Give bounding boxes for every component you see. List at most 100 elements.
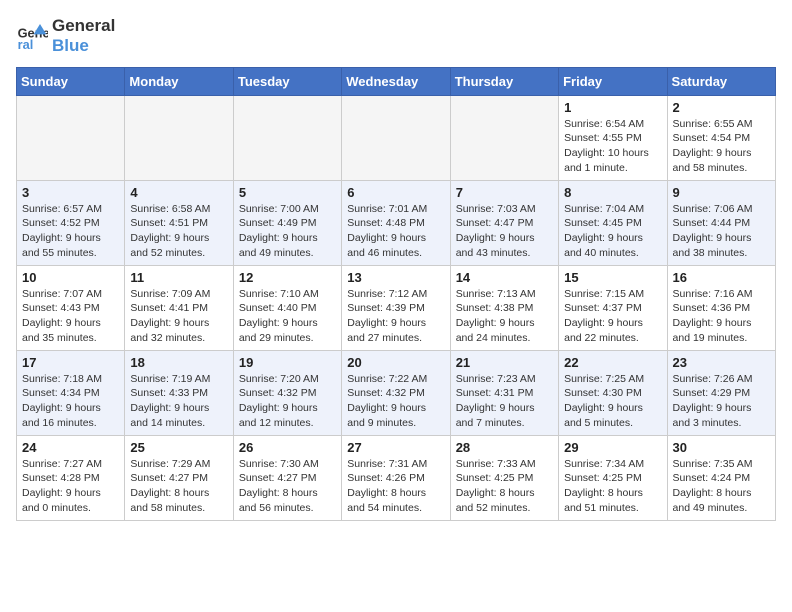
day-info: Sunrise: 7:31 AM Sunset: 4:26 PM Dayligh… (347, 457, 444, 516)
calendar-cell: 16 Sunrise: 7:16 AM Sunset: 4:36 PM Dayli… (667, 265, 775, 350)
day-info: Sunrise: 7:27 AM Sunset: 4:28 PM Dayligh… (22, 457, 119, 516)
day-number: 25 (130, 440, 227, 455)
calendar-cell: 6 Sunrise: 7:01 AM Sunset: 4:48 PM Daylig… (342, 180, 450, 265)
day-info: Sunrise: 7:29 AM Sunset: 4:27 PM Dayligh… (130, 457, 227, 516)
day-number: 29 (564, 440, 661, 455)
day-info: Sunrise: 7:12 AM Sunset: 4:39 PM Dayligh… (347, 287, 444, 346)
calendar-week-row: 1 Sunrise: 6:54 AM Sunset: 4:55 PM Daylig… (17, 95, 776, 180)
calendar-cell (342, 95, 450, 180)
day-info: Sunrise: 7:22 AM Sunset: 4:32 PM Dayligh… (347, 372, 444, 431)
day-number: 20 (347, 355, 444, 370)
day-info: Sunrise: 7:10 AM Sunset: 4:40 PM Dayligh… (239, 287, 336, 346)
day-info: Sunrise: 6:55 AM Sunset: 4:54 PM Dayligh… (673, 117, 770, 176)
day-info: Sunrise: 7:33 AM Sunset: 4:25 PM Dayligh… (456, 457, 553, 516)
calendar-cell: 15 Sunrise: 7:15 AM Sunset: 4:37 PM Dayli… (559, 265, 667, 350)
weekday-header: Friday (559, 67, 667, 95)
calendar-cell: 22 Sunrise: 7:25 AM Sunset: 4:30 PM Dayli… (559, 350, 667, 435)
day-number: 19 (239, 355, 336, 370)
calendar-cell: 5 Sunrise: 7:00 AM Sunset: 4:49 PM Daylig… (233, 180, 341, 265)
day-number: 15 (564, 270, 661, 285)
calendar-cell: 11Sunrise: 7:09 AM Sunset: 4:41 PM Dayli… (125, 265, 233, 350)
calendar-cell: 12 Sunrise: 7:10 AM Sunset: 4:40 PM Dayli… (233, 265, 341, 350)
calendar-cell: 25 Sunrise: 7:29 AM Sunset: 4:27 PM Dayli… (125, 435, 233, 520)
day-info: Sunrise: 7:34 AM Sunset: 4:25 PM Dayligh… (564, 457, 661, 516)
calendar-cell: 4 Sunrise: 6:58 AM Sunset: 4:51 PM Daylig… (125, 180, 233, 265)
weekday-header: Sunday (17, 67, 125, 95)
day-info: Sunrise: 7:18 AM Sunset: 4:34 PM Dayligh… (22, 372, 119, 431)
weekday-header: Tuesday (233, 67, 341, 95)
day-info: Sunrise: 7:15 AM Sunset: 4:37 PM Dayligh… (564, 287, 661, 346)
logo-icon: Gene ral (16, 20, 48, 52)
calendar-week-row: 3 Sunrise: 6:57 AM Sunset: 4:52 PM Daylig… (17, 180, 776, 265)
day-number: 26 (239, 440, 336, 455)
day-info: Sunrise: 7:23 AM Sunset: 4:31 PM Dayligh… (456, 372, 553, 431)
calendar-cell: 19 Sunrise: 7:20 AM Sunset: 4:32 PM Dayli… (233, 350, 341, 435)
calendar-cell: 14Sunrise: 7:13 AM Sunset: 4:38 PM Dayli… (450, 265, 558, 350)
day-info: Sunrise: 7:26 AM Sunset: 4:29 PM Dayligh… (673, 372, 770, 431)
calendar-cell: 8Sunrise: 7:04 AM Sunset: 4:45 PM Daylig… (559, 180, 667, 265)
calendar-cell: 26 Sunrise: 7:30 AM Sunset: 4:27 PM Dayli… (233, 435, 341, 520)
day-info: Sunrise: 7:04 AM Sunset: 4:45 PM Dayligh… (564, 202, 661, 261)
weekday-header: Wednesday (342, 67, 450, 95)
day-number: 11 (130, 270, 227, 285)
calendar-cell: 23 Sunrise: 7:26 AM Sunset: 4:29 PM Dayli… (667, 350, 775, 435)
day-number: 28 (456, 440, 553, 455)
calendar-cell: 30 Sunrise: 7:35 AM Sunset: 4:24 PM Dayli… (667, 435, 775, 520)
calendar-header-row: SundayMondayTuesdayWednesdayThursdayFrid… (17, 67, 776, 95)
calendar-cell: 29 Sunrise: 7:34 AM Sunset: 4:25 PM Dayli… (559, 435, 667, 520)
day-number: 16 (673, 270, 770, 285)
day-number: 1 (564, 100, 661, 115)
day-info: Sunrise: 7:16 AM Sunset: 4:36 PM Dayligh… (673, 287, 770, 346)
day-number: 18 (130, 355, 227, 370)
day-info: Sunrise: 7:25 AM Sunset: 4:30 PM Dayligh… (564, 372, 661, 431)
day-number: 2 (673, 100, 770, 115)
calendar-week-row: 24Sunrise: 7:27 AM Sunset: 4:28 PM Dayli… (17, 435, 776, 520)
day-info: Sunrise: 7:07 AM Sunset: 4:43 PM Dayligh… (22, 287, 119, 346)
day-info: Sunrise: 6:58 AM Sunset: 4:51 PM Dayligh… (130, 202, 227, 261)
day-number: 22 (564, 355, 661, 370)
day-number: 12 (239, 270, 336, 285)
day-info: Sunrise: 7:19 AM Sunset: 4:33 PM Dayligh… (130, 372, 227, 431)
day-info: Sunrise: 7:00 AM Sunset: 4:49 PM Dayligh… (239, 202, 336, 261)
calendar-cell: 13 Sunrise: 7:12 AM Sunset: 4:39 PM Dayli… (342, 265, 450, 350)
calendar-cell: 18 Sunrise: 7:19 AM Sunset: 4:33 PM Dayli… (125, 350, 233, 435)
day-info: Sunrise: 7:30 AM Sunset: 4:27 PM Dayligh… (239, 457, 336, 516)
day-number: 27 (347, 440, 444, 455)
day-info: Sunrise: 7:01 AM Sunset: 4:48 PM Dayligh… (347, 202, 444, 261)
day-info: Sunrise: 7:03 AM Sunset: 4:47 PM Dayligh… (456, 202, 553, 261)
weekday-header: Thursday (450, 67, 558, 95)
day-number: 23 (673, 355, 770, 370)
calendar-cell: 9Sunrise: 7:06 AM Sunset: 4:44 PM Daylig… (667, 180, 775, 265)
day-info: Sunrise: 7:20 AM Sunset: 4:32 PM Dayligh… (239, 372, 336, 431)
page-header: Gene ral General Blue (16, 16, 776, 57)
calendar-cell: 24Sunrise: 7:27 AM Sunset: 4:28 PM Dayli… (17, 435, 125, 520)
day-number: 5 (239, 185, 336, 200)
day-number: 14 (456, 270, 553, 285)
calendar-cell (233, 95, 341, 180)
calendar-table: SundayMondayTuesdayWednesdayThursdayFrid… (16, 67, 776, 521)
calendar-cell: 7Sunrise: 7:03 AM Sunset: 4:47 PM Daylig… (450, 180, 558, 265)
day-info: Sunrise: 7:35 AM Sunset: 4:24 PM Dayligh… (673, 457, 770, 516)
day-number: 9 (673, 185, 770, 200)
calendar-cell: 2 Sunrise: 6:55 AM Sunset: 4:54 PM Daylig… (667, 95, 775, 180)
day-number: 13 (347, 270, 444, 285)
day-number: 4 (130, 185, 227, 200)
calendar-cell: 1 Sunrise: 6:54 AM Sunset: 4:55 PM Daylig… (559, 95, 667, 180)
calendar-cell (17, 95, 125, 180)
day-number: 17 (22, 355, 119, 370)
day-info: Sunrise: 6:57 AM Sunset: 4:52 PM Dayligh… (22, 202, 119, 261)
logo: Gene ral General Blue (16, 16, 115, 57)
day-number: 30 (673, 440, 770, 455)
weekday-header: Saturday (667, 67, 775, 95)
calendar-cell (125, 95, 233, 180)
calendar-cell: 28 Sunrise: 7:33 AM Sunset: 4:25 PM Dayli… (450, 435, 558, 520)
day-number: 6 (347, 185, 444, 200)
calendar-week-row: 17 Sunrise: 7:18 AM Sunset: 4:34 PM Dayli… (17, 350, 776, 435)
day-info: Sunrise: 6:54 AM Sunset: 4:55 PM Dayligh… (564, 117, 661, 176)
calendar-cell (450, 95, 558, 180)
calendar-week-row: 10Sunrise: 7:07 AM Sunset: 4:43 PM Dayli… (17, 265, 776, 350)
day-number: 21 (456, 355, 553, 370)
calendar-cell: 17 Sunrise: 7:18 AM Sunset: 4:34 PM Dayli… (17, 350, 125, 435)
calendar-cell: 27 Sunrise: 7:31 AM Sunset: 4:26 PM Dayli… (342, 435, 450, 520)
day-number: 3 (22, 185, 119, 200)
